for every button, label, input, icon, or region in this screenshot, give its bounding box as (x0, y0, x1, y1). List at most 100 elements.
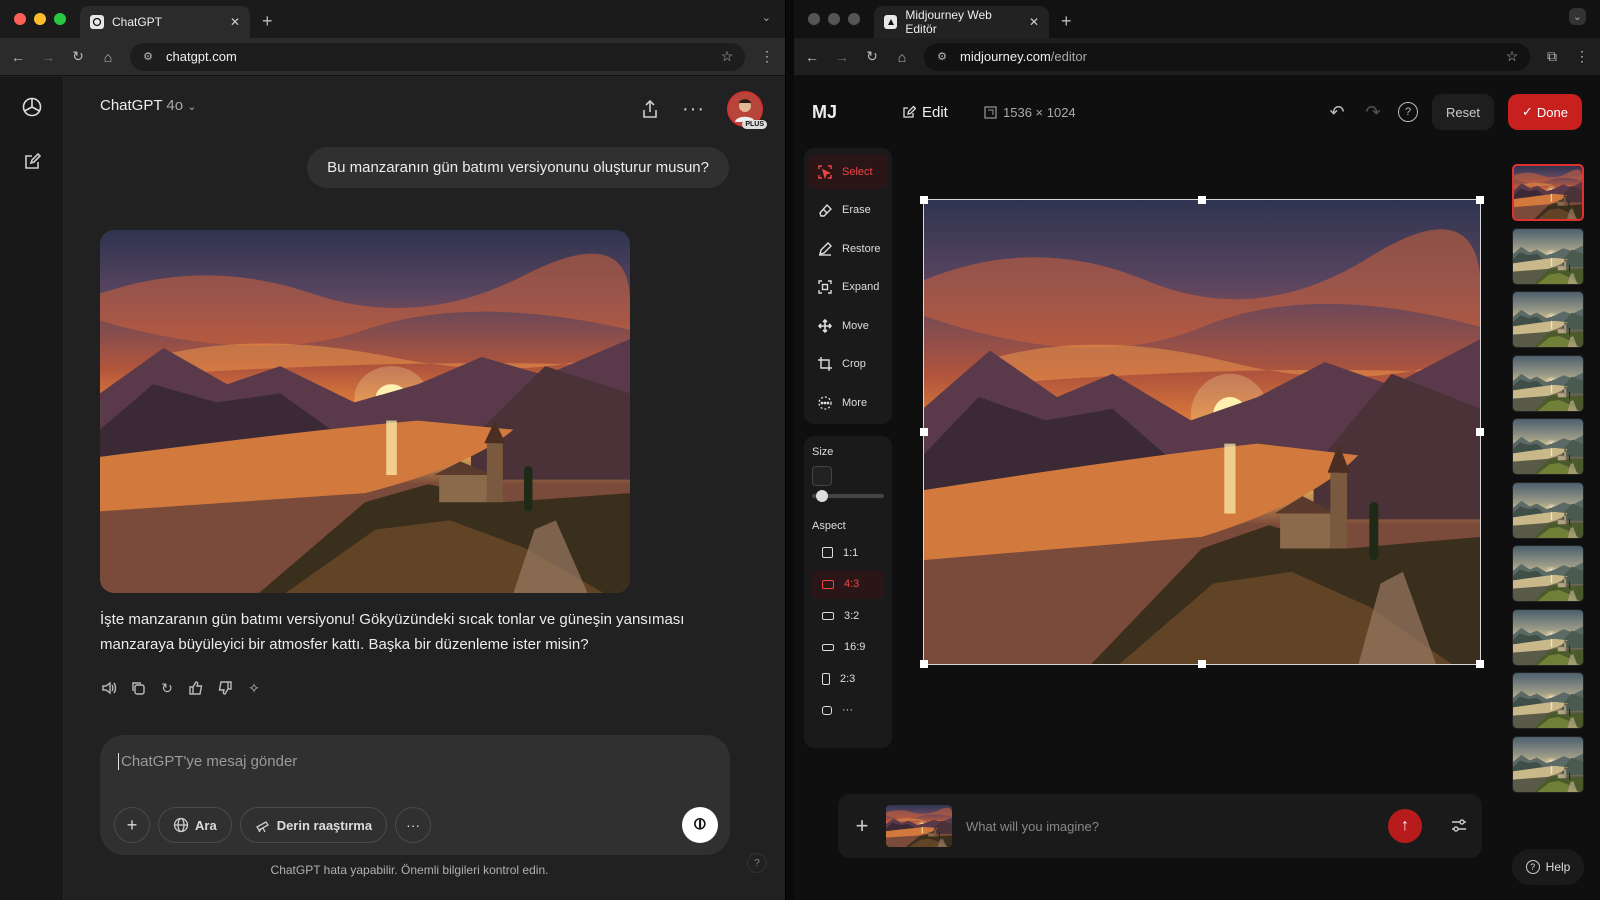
back-arrow-icon[interactable]: ← (10, 49, 26, 65)
avatar[interactable]: PLUS (727, 91, 767, 129)
attach-button[interactable]: + (114, 807, 150, 843)
tab-search-chevron-icon[interactable]: ⌄ (1568, 8, 1586, 25)
variation-thumbnail[interactable] (1512, 481, 1584, 539)
browser-menu-icon[interactable]: ⋮ (1574, 48, 1590, 65)
midjourney-logo[interactable]: MJ (812, 102, 902, 123)
variation-thumbnail[interactable] (1512, 227, 1584, 285)
new-tab-button[interactable]: + (1049, 6, 1084, 38)
tool-erase[interactable]: Erase (808, 193, 888, 228)
variation-thumbnail[interactable] (1512, 164, 1584, 221)
forward-arrow-icon[interactable]: → (834, 49, 850, 65)
done-button[interactable]: ✓ Done (1508, 94, 1582, 130)
tab-search-chevron-icon[interactable]: ⌄ (762, 11, 771, 24)
share-icon[interactable] (640, 99, 660, 119)
edit-mode-label[interactable]: Edit (902, 104, 984, 121)
back-arrow-icon[interactable]: ← (804, 49, 820, 65)
brush-size-swatch[interactable] (812, 466, 832, 486)
variation-thumbnail[interactable] (1512, 291, 1584, 348)
reset-button[interactable]: Reset (1432, 94, 1495, 130)
aspect-option[interactable]: 3:2 (812, 601, 884, 630)
deep-research-button[interactable]: Derin raaştırma (239, 807, 388, 843)
minimize-window-button[interactable] (34, 13, 46, 25)
selection-frame[interactable] (920, 196, 1484, 668)
variation-thumbnail[interactable] (1512, 354, 1584, 412)
close-tab-icon[interactable]: ✕ (230, 15, 240, 29)
minimize-window-button[interactable] (828, 13, 840, 25)
variation-thumbnail[interactable] (1512, 735, 1584, 793)
message-input[interactable]: ChatGPT'ye mesaj gönder (118, 753, 297, 770)
more-options-icon[interactable]: ··· (682, 98, 705, 121)
browser-menu-icon[interactable]: ⋮ (759, 48, 775, 65)
model-selector[interactable]: ChatGPT 4o ⌄ (100, 97, 197, 114)
voice-mode-button[interactable]: ⦶ (682, 807, 718, 843)
thumbs-down-icon[interactable] (216, 679, 234, 697)
resize-handle[interactable] (1476, 196, 1484, 204)
site-settings-icon[interactable]: ⚙ (934, 49, 950, 65)
address-field[interactable]: ⚙ chatgpt.com ☆ (130, 42, 745, 71)
resize-handle[interactable] (1198, 660, 1206, 668)
tab-midjourney[interactable]: Midjourney Web Editör ✕ (874, 6, 1049, 38)
size-text: 1536 × 1024 (1003, 104, 1076, 120)
aspect-option[interactable]: ··· (812, 696, 884, 725)
reload-icon[interactable]: ↻ (70, 48, 86, 65)
submit-button[interactable]: ↑ (1388, 809, 1422, 843)
aspect-option[interactable]: 4:3 (812, 569, 884, 599)
variation-thumbnail[interactable] (1512, 608, 1584, 666)
help-button[interactable]: ? Help (1512, 849, 1584, 885)
tool-select[interactable]: Select (808, 154, 888, 189)
more-tools-button[interactable]: ··· (395, 807, 432, 843)
tool-more[interactable]: More (808, 385, 888, 420)
extensions-icon[interactable]: ⧉ (1544, 48, 1560, 65)
close-window-button[interactable] (14, 13, 26, 25)
bookmark-star-icon[interactable]: ☆ (1504, 48, 1520, 65)
new-chat-icon[interactable] (22, 152, 42, 172)
generated-sunset-image[interactable] (100, 230, 630, 593)
home-icon[interactable]: ⌂ (100, 49, 116, 65)
maximize-window-button[interactable] (54, 13, 66, 25)
variation-thumbnail[interactable] (1512, 418, 1584, 475)
undo-icon[interactable]: ↶ (1326, 102, 1348, 122)
prompt-reference-image[interactable] (886, 805, 952, 847)
resize-handle[interactable] (1198, 196, 1206, 204)
regenerate-icon[interactable]: ↻ (158, 679, 176, 697)
variation-thumbnail[interactable] (1512, 545, 1584, 602)
openai-logo-icon[interactable] (20, 95, 44, 119)
close-window-button[interactable] (808, 13, 820, 25)
variation-thumbnail[interactable] (1512, 672, 1584, 729)
aspect-option[interactable]: 1:1 (812, 538, 884, 567)
brush-size-slider[interactable] (812, 490, 884, 502)
reload-icon[interactable]: ↻ (864, 48, 880, 65)
tool-expand[interactable]: Expand (808, 270, 888, 305)
resize-handle[interactable] (1476, 428, 1484, 436)
maximize-window-button[interactable] (848, 13, 860, 25)
resize-handle[interactable] (920, 196, 928, 204)
settings-sliders-icon[interactable] (1450, 817, 1468, 835)
tool-crop[interactable]: Crop (808, 347, 888, 382)
resize-handle[interactable] (1476, 660, 1484, 668)
slider-knob[interactable] (816, 490, 828, 502)
aspect-option[interactable]: 2:3 (812, 664, 884, 693)
site-settings-icon[interactable]: ⚙ (140, 49, 156, 65)
tab-chatgpt[interactable]: ChatGPT ✕ (80, 6, 250, 38)
tool-move[interactable]: Move (808, 308, 888, 343)
resize-handle[interactable] (920, 660, 928, 668)
copy-icon[interactable] (129, 679, 147, 697)
sparkle-icon[interactable]: ✧ (245, 679, 263, 697)
bookmark-star-icon[interactable]: ☆ (719, 48, 735, 65)
thumbs-up-icon[interactable] (187, 679, 205, 697)
prompt-input[interactable]: What will you imagine? (966, 819, 1374, 834)
help-question-icon[interactable]: ? (747, 853, 767, 873)
close-tab-icon[interactable]: ✕ (1029, 15, 1039, 29)
help-circle-icon[interactable]: ? (1398, 102, 1419, 122)
new-tab-button[interactable]: + (250, 6, 285, 38)
redo-icon[interactable]: ↷ (1362, 102, 1384, 122)
read-aloud-icon[interactable] (100, 679, 118, 697)
home-icon[interactable]: ⌂ (894, 49, 910, 65)
tool-restore[interactable]: Restore (808, 231, 888, 266)
resize-handle[interactable] (920, 428, 928, 436)
search-button[interactable]: Ara (158, 807, 232, 843)
forward-arrow-icon[interactable]: → (40, 49, 56, 65)
aspect-option[interactable]: 16:9 (812, 633, 884, 662)
add-image-icon[interactable]: + (852, 813, 872, 839)
address-field[interactable]: ⚙ midjourney.com/editor ☆ (924, 42, 1530, 71)
